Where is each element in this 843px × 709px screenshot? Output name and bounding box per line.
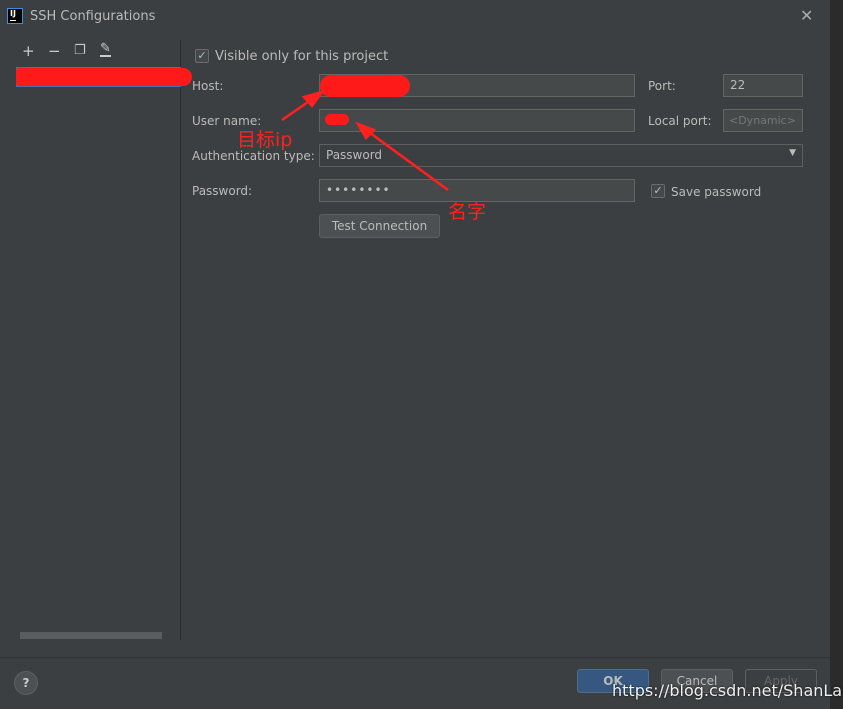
watermark: https://blog.csdn.net/ShanLanF xyxy=(612,681,843,700)
annotation-arrows xyxy=(281,89,449,192)
name-annotation: 名字 xyxy=(448,201,487,223)
ip-annotation: 目标ip xyxy=(237,129,293,151)
